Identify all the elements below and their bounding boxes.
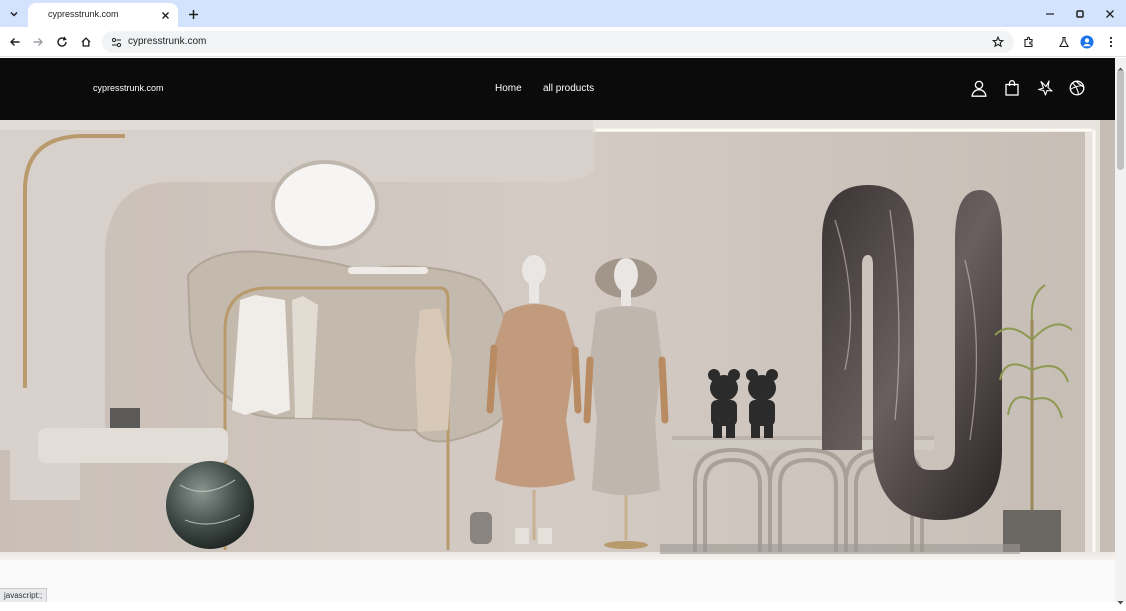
url-text[interactable]: cypresstrunk.com [128, 36, 206, 47]
tab-search-chevron-icon[interactable] [4, 4, 24, 24]
browser-toolbar: cypresstrunk.com [0, 27, 1126, 57]
browser-tab[interactable]: cypresstrunk.com [28, 3, 178, 27]
menu-kebab-icon[interactable] [1101, 32, 1121, 52]
home-icon[interactable] [76, 32, 96, 52]
status-bar-link-preview: javascript:; [0, 588, 48, 602]
site-info-tune-icon[interactable] [108, 34, 124, 50]
scrollbar-thumb[interactable] [1117, 70, 1124, 170]
nav-link-all-products[interactable]: all products [543, 83, 594, 94]
tab-close-icon[interactable] [158, 8, 172, 22]
reload-icon[interactable] [52, 32, 72, 52]
hero-image [0, 120, 1115, 560]
basketball-globe-icon[interactable] [1067, 78, 1087, 98]
page-scrollbar[interactable] [1115, 58, 1126, 605]
minimize-icon[interactable] [1039, 4, 1061, 24]
bird-logo-icon[interactable] [1035, 78, 1055, 98]
forward-arrow-icon[interactable] [28, 32, 48, 52]
bookmark-star-icon[interactable] [990, 34, 1006, 50]
restore-icon[interactable] [1069, 4, 1091, 24]
extensions-puzzle-icon[interactable] [1019, 32, 1039, 52]
site-header: cypresstrunk.com Home all products [0, 58, 1115, 120]
back-arrow-icon[interactable] [5, 32, 25, 52]
labs-flask-icon[interactable] [1054, 32, 1074, 52]
new-tab-plus-icon[interactable] [184, 5, 202, 23]
nav-link-home[interactable]: Home [495, 83, 522, 94]
site-brand-link[interactable]: cypresstrunk.com [93, 83, 164, 93]
hero-store-interior-illustration [0, 120, 1115, 560]
browser-tabbar: cypresstrunk.com [0, 0, 1126, 27]
account-user-icon[interactable] [969, 78, 989, 98]
tab-title: cypresstrunk.com [48, 9, 119, 19]
cart-bag-icon[interactable] [1002, 78, 1022, 98]
scroll-down-arrow-icon[interactable] [1117, 593, 1124, 605]
address-bar[interactable]: cypresstrunk.com [102, 31, 1014, 53]
profile-avatar-icon[interactable] [1077, 32, 1097, 52]
page-content: cypresstrunk.com Home all products [0, 58, 1115, 602]
scroll-up-arrow-icon[interactable] [1117, 60, 1124, 71]
close-window-icon[interactable] [1099, 4, 1121, 24]
